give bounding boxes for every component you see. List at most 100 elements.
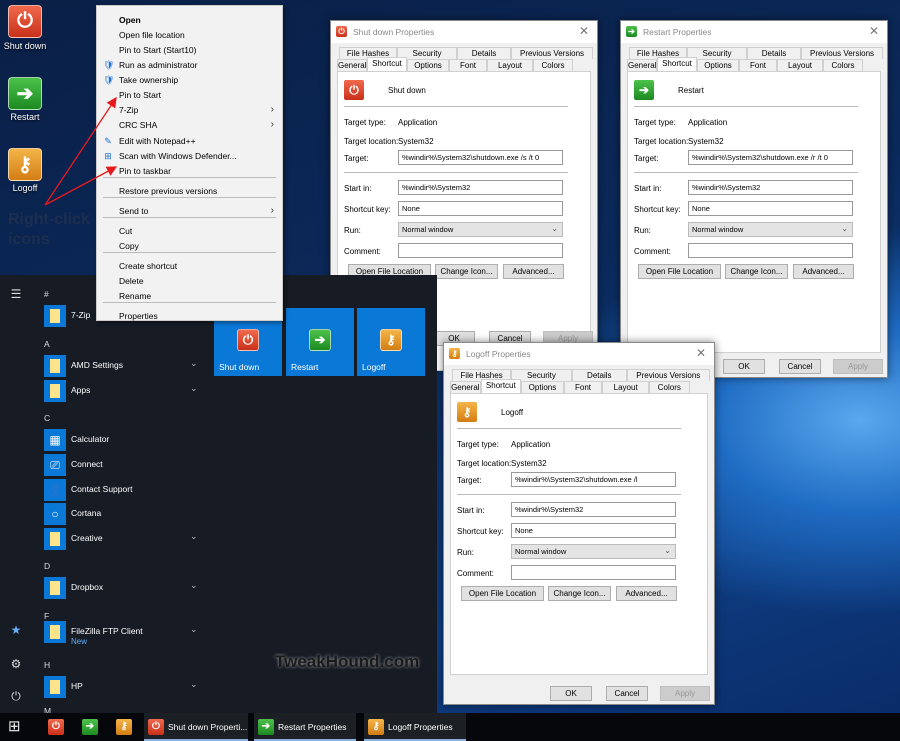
gear-icon[interactable]: ⚙ — [8, 657, 24, 671]
apply-button[interactable]: Apply — [660, 686, 710, 701]
shortcut-key-input[interactable]: None — [511, 523, 676, 538]
tab[interactable]: General — [627, 59, 657, 71]
tab[interactable]: Layout — [602, 381, 649, 393]
tab[interactable]: General — [450, 381, 481, 393]
advanced-button[interactable]: Advanced... — [793, 264, 854, 279]
comment-input[interactable] — [398, 243, 563, 258]
menu-item[interactable]: Edit with Notepad++ — [97, 133, 282, 147]
shutdown-desktop-icon[interactable]: ⏻ — [8, 5, 42, 38]
taskbar-button-restart-properties[interactable]: ➔ Restart Properties — [254, 713, 356, 741]
chevron-down-icon[interactable]: ⌄ — [190, 358, 198, 369]
tile-restart[interactable]: ➔ Restart — [286, 308, 354, 376]
taskbar-button-shutdown-properties[interactable]: ⏻ Shut down Properti... — [144, 713, 248, 741]
run-select[interactable]: Normal window ⌄ — [688, 222, 853, 237]
tab[interactable]: Options — [697, 59, 739, 71]
tile-logoff[interactable]: ⚷ Logoff — [357, 308, 425, 376]
shortcut-key-input[interactable]: None — [398, 201, 563, 216]
run-select[interactable]: Normal window ⌄ — [398, 222, 563, 237]
menu-item[interactable]: Pin to Start — [97, 87, 282, 101]
menu-item[interactable]: Scan with Windows Defender... — [97, 148, 282, 162]
shortcut-key-input[interactable]: None — [688, 201, 853, 216]
comment-input[interactable] — [688, 243, 853, 258]
power-icon[interactable]: ⏻ — [8, 689, 24, 704]
tab[interactable]: Details — [571, 369, 627, 381]
close-icon[interactable]: ✕ — [696, 346, 706, 360]
app-list-item[interactable]: Apps ⌄ — [44, 380, 204, 402]
menu-item[interactable]: Run as administrator — [97, 57, 282, 71]
restart-desktop-label[interactable]: Restart — [0, 112, 50, 122]
restart-desktop-icon[interactable]: ➔ — [8, 77, 42, 110]
menu-item[interactable]: Restore previous versions — [97, 183, 282, 197]
windows-start-icon[interactable]: ⊞ — [8, 718, 30, 736]
tab[interactable]: Colors — [823, 59, 863, 71]
menu-item[interactable]: Create shortcut — [97, 258, 282, 272]
cancel-button[interactable]: Cancel — [779, 359, 821, 374]
app-list-item[interactable]: AMD Settings ⌄ — [44, 355, 204, 377]
open-file-location-button[interactable]: Open File Location — [638, 264, 721, 279]
target-input[interactable]: %windir%\System32\shutdown.exe /r /t 0 — [688, 150, 853, 165]
tab[interactable]: Colors — [533, 59, 573, 71]
taskbar-button-logoff-properties[interactable]: ⚷ Logoff Properties — [364, 713, 466, 741]
shutdown-desktop-label[interactable]: Shut down — [0, 41, 50, 51]
app-list-item[interactable]: ⎚ Connect — [44, 454, 204, 476]
menu-item[interactable]: Pin to Start (Start10) — [97, 42, 282, 56]
menu-item[interactable]: Send to — [97, 203, 282, 217]
tab[interactable]: Options — [407, 59, 449, 71]
app-list-item[interactable]: Creative ⌄ — [44, 528, 204, 550]
tab[interactable]: Font — [449, 59, 487, 71]
close-icon[interactable]: ✕ — [579, 24, 589, 38]
start-in-input[interactable]: %windir%\System32 — [398, 180, 563, 195]
menu-item[interactable]: 7-Zip — [97, 102, 282, 116]
menu-item[interactable]: Properties — [97, 308, 282, 322]
tab[interactable]: Details — [457, 47, 511, 59]
app-list-item[interactable]: HP ⌄ — [44, 676, 204, 698]
tab[interactable]: Font — [563, 381, 603, 393]
chevron-down-icon[interactable]: ⌄ — [190, 383, 198, 394]
menu-item[interactable]: Pin to taskbar — [97, 163, 282, 177]
menu-item[interactable]: Take ownership — [97, 72, 282, 86]
menu-item[interactable]: CRC SHA — [97, 117, 282, 131]
hamburger-icon[interactable]: ☰ — [8, 287, 24, 301]
tab[interactable]: General — [337, 59, 367, 71]
menu-item[interactable]: Rename — [97, 288, 282, 302]
pinned-shutdown-icon[interactable]: ⏻ — [48, 719, 64, 735]
chevron-down-icon[interactable]: ⌄ — [190, 580, 198, 591]
chevron-down-icon[interactable]: ⌄ — [190, 531, 198, 542]
app-list-item[interactable]: ▦ Calculator — [44, 429, 204, 451]
open-file-location-button[interactable]: Open File Location — [461, 586, 544, 601]
advanced-button[interactable]: Advanced... — [503, 264, 564, 279]
app-list-item[interactable]: Dropbox ⌄ — [44, 577, 204, 599]
tab[interactable]: Previous Versions — [511, 47, 593, 59]
app-list-item[interactable]: 👤 Contact Support — [44, 479, 204, 501]
chevron-down-icon[interactable]: ⌄ — [190, 624, 198, 635]
pinned-star-icon[interactable]: ★ — [8, 623, 24, 637]
tab[interactable]: Layout — [487, 59, 533, 71]
pinned-logoff-icon[interactable]: ⚷ — [116, 719, 132, 735]
run-select[interactable]: Normal window ⌄ — [511, 544, 676, 559]
change-icon-button[interactable]: Change Icon... — [435, 264, 498, 279]
start-in-input[interactable]: %windir%\System32 — [511, 502, 676, 517]
tab[interactable]: Options — [521, 381, 564, 393]
chevron-down-icon[interactable]: ⌄ — [190, 679, 198, 690]
tab[interactable]: Colors — [649, 381, 690, 393]
logoff-desktop-icon[interactable]: ⚷ — [8, 148, 42, 181]
apply-button[interactable]: Apply — [833, 359, 883, 374]
tab[interactable]: Previous Versions — [801, 47, 883, 59]
change-icon-button[interactable]: Change Icon... — [548, 586, 611, 601]
tab[interactable]: Layout — [777, 59, 823, 71]
menu-item[interactable]: Open — [97, 12, 282, 26]
comment-input[interactable] — [511, 565, 676, 580]
target-input[interactable]: %windir%\System32\shutdown.exe /l — [511, 472, 676, 487]
pinned-restart-icon[interactable]: ➔ — [82, 719, 98, 735]
app-list-item[interactable]: ○ Cortana — [44, 503, 204, 525]
start-in-input[interactable]: %windir%\System32 — [688, 180, 853, 195]
tab[interactable]: Shortcut — [657, 57, 697, 71]
target-input[interactable]: %windir%\System32\shutdown.exe /s /t 0 — [398, 150, 563, 165]
logoff-desktop-label[interactable]: Logoff — [0, 183, 50, 193]
menu-item[interactable]: Copy — [97, 238, 282, 252]
app-list-item[interactable]: FileZilla FTP Client New ⌄ — [44, 621, 204, 646]
tab[interactable]: Shortcut — [367, 57, 407, 71]
tab[interactable]: Font — [739, 59, 777, 71]
menu-item[interactable]: Open file location — [97, 27, 282, 41]
close-icon[interactable]: ✕ — [869, 24, 879, 38]
